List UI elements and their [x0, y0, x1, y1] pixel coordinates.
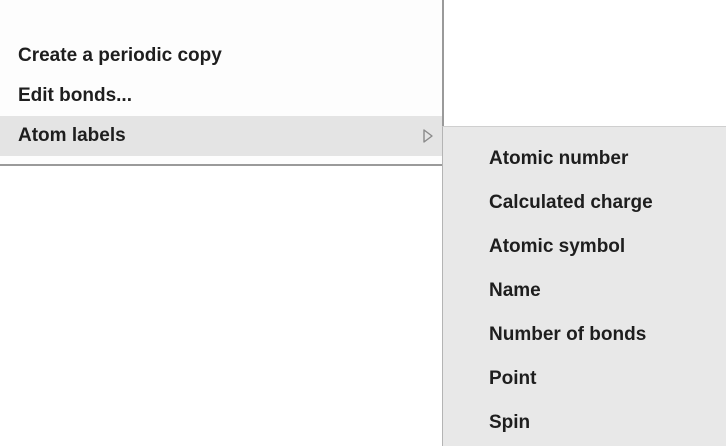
context-menu: Create a periodic copy Edit bonds... Ato…: [0, 0, 444, 166]
submenu-item-label: Number of bonds: [489, 324, 647, 345]
menu-item-label: Edit bonds...: [18, 85, 132, 106]
submenu-item-name[interactable]: Name: [443, 269, 726, 313]
menu-item-create-periodic-copy[interactable]: Create a periodic copy: [0, 36, 442, 76]
submenu-item-spin[interactable]: Spin: [443, 401, 726, 445]
menu-item-atom-labels[interactable]: Atom labels: [0, 116, 442, 156]
atom-labels-submenu: Atomic number Calculated charge Atomic s…: [442, 126, 726, 446]
menu-item-label: Create a periodic copy: [18, 45, 222, 66]
submenu-item-label: Calculated charge: [489, 192, 653, 213]
submenu-item-label: Spin: [489, 412, 531, 433]
submenu-item-atomic-symbol[interactable]: Atomic symbol: [443, 225, 726, 269]
submenu-item-calculated-charge[interactable]: Calculated charge: [443, 181, 726, 225]
submenu-item-label: Atomic number: [489, 148, 629, 169]
submenu-item-label: Name: [489, 280, 541, 301]
menu-item-label: Atom labels: [18, 125, 126, 146]
triangle-right-icon: [423, 129, 433, 143]
submenu-item-label: Point: [489, 368, 537, 389]
submenu-item-point[interactable]: Point: [443, 357, 726, 401]
menu-item-edit-bonds[interactable]: Edit bonds...: [0, 76, 442, 116]
submenu-item-number-of-bonds[interactable]: Number of bonds: [443, 313, 726, 357]
screen: Create a periodic copy Edit bonds... Ato…: [0, 0, 726, 446]
submenu-item-label: Atomic symbol: [489, 236, 626, 257]
submenu-item-atomic-number[interactable]: Atomic number: [443, 137, 726, 181]
